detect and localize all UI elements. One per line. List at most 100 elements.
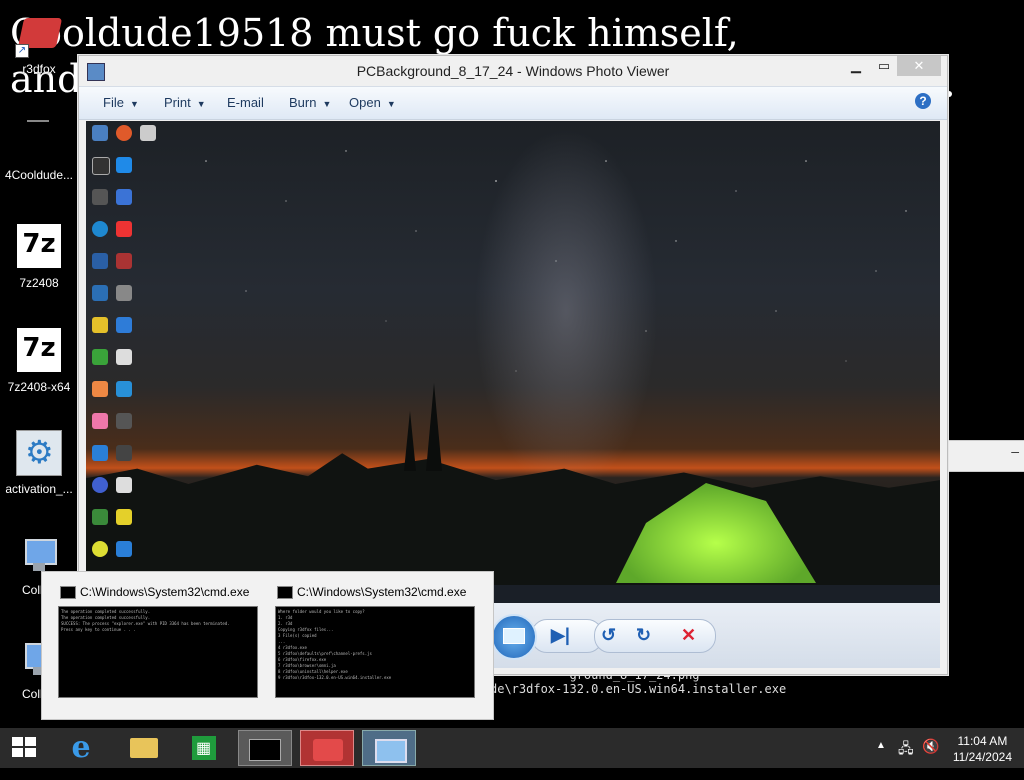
rotate-clockwise-icon[interactable]: ↻ bbox=[636, 625, 651, 646]
photo-desktop-icons bbox=[86, 121, 158, 603]
background-window-edge[interactable]: – bbox=[946, 440, 1024, 472]
windows-logo-pane bbox=[25, 737, 36, 746]
start-button[interactable] bbox=[12, 737, 38, 759]
chevron-down-icon: ▼ bbox=[322, 98, 332, 109]
menu-burn[interactable]: Burn ▼ bbox=[289, 95, 331, 110]
menu-email-label: E-mail bbox=[227, 95, 264, 110]
mini-icon bbox=[116, 509, 132, 525]
menu-email[interactable]: E-mail bbox=[227, 95, 264, 110]
desktop-icon-activation[interactable]: activation_... bbox=[1, 430, 77, 496]
taskbar-cmd[interactable] bbox=[238, 730, 292, 766]
maximize-button[interactable]: ▭ bbox=[869, 56, 899, 76]
slideshow-button[interactable] bbox=[491, 614, 537, 660]
help-icon[interactable]: ? bbox=[915, 93, 931, 109]
delete-icon[interactable]: ✕ bbox=[681, 625, 696, 646]
stars-layer bbox=[205, 150, 907, 372]
mini-icon bbox=[116, 317, 132, 333]
taskbar: e ▲ 🖧 🔇 11:04 AM 11/24/2024 bbox=[0, 728, 1024, 768]
mini-icon bbox=[116, 541, 132, 557]
network-icon[interactable]: 🖧 bbox=[898, 738, 914, 778]
thumbnail-cmd-1[interactable]: C:\Windows\System32\cmd.exe The operatio… bbox=[58, 584, 258, 698]
menu-print[interactable]: Print ▼ bbox=[164, 95, 206, 110]
taskbar-thumbnail-popup: C:\Windows\System32\cmd.exe The operatio… bbox=[41, 571, 494, 720]
thumbnail-title: C:\Windows\System32\cmd.exe bbox=[58, 584, 258, 600]
mini-icon bbox=[92, 221, 108, 237]
menu-burn-label: Burn bbox=[289, 95, 317, 110]
mini-icon bbox=[116, 189, 132, 205]
thumbnail-console: Where folder would you like to copy? 1. … bbox=[275, 606, 475, 698]
desktop-icon-7z2408[interactable]: 7z 7z2408 bbox=[1, 222, 77, 290]
taskbar-r3dfox[interactable] bbox=[300, 730, 354, 766]
rotate-counterclockwise-icon[interactable]: ↺ bbox=[601, 625, 616, 646]
menu-bar: File ▼ Print ▼ E-mail Burn ▼ Open ▼ ? bbox=[79, 86, 947, 120]
image-file-icon bbox=[17, 118, 61, 162]
mini-icon bbox=[92, 509, 108, 525]
desktop-icon-label: 7z2408-x64 bbox=[7, 380, 71, 394]
mini-icon bbox=[116, 445, 132, 461]
mini-icon bbox=[92, 541, 108, 557]
mini-icon bbox=[116, 381, 132, 397]
gear-settings-icon bbox=[16, 430, 62, 476]
title-bar[interactable]: PCBackground_8_17_24 - Windows Photo Vie… bbox=[79, 56, 947, 86]
mini-icon bbox=[92, 253, 108, 269]
desktop-icon-label: activation_... bbox=[5, 482, 73, 496]
close-button[interactable]: ✕ bbox=[897, 56, 941, 76]
next-icon[interactable]: ▶| bbox=[551, 625, 570, 646]
mini-icon bbox=[92, 413, 108, 429]
taskbar-photo-viewer[interactable] bbox=[362, 730, 416, 766]
windows-logo-pane bbox=[25, 748, 36, 757]
mini-icon bbox=[92, 285, 108, 301]
windows-store-icon[interactable] bbox=[176, 730, 230, 766]
mini-icon bbox=[92, 125, 108, 141]
menu-print-label: Print bbox=[164, 95, 191, 110]
desktop-icon-image[interactable]: 4Cooldude... bbox=[1, 118, 77, 182]
mini-icon bbox=[116, 157, 132, 173]
mini-icon bbox=[116, 253, 132, 269]
clock[interactable]: 11:04 AM 11/24/2024 bbox=[953, 733, 1012, 765]
file-explorer-icon[interactable] bbox=[116, 730, 170, 766]
mini-icon bbox=[116, 285, 132, 301]
tray-expand-icon[interactable]: ▲ bbox=[876, 740, 886, 780]
internet-explorer-icon[interactable]: e bbox=[54, 730, 108, 766]
windows-logo-pane bbox=[12, 748, 23, 757]
minimize-button[interactable]: ▁ bbox=[841, 56, 871, 76]
photo-display[interactable] bbox=[86, 121, 940, 603]
chevron-down-icon: ▼ bbox=[196, 98, 206, 109]
thumbnail-title: C:\Windows\System32\cmd.exe bbox=[275, 584, 475, 600]
mini-icon bbox=[116, 221, 132, 237]
mini-icon bbox=[92, 381, 108, 397]
menu-file[interactable]: File ▼ bbox=[103, 95, 139, 110]
volume-muted-icon[interactable]: 🔇 bbox=[922, 738, 939, 778]
menu-open[interactable]: Open ▼ bbox=[349, 95, 396, 110]
desktop-icon-7z2408-x64[interactable]: 7z 7z2408-x64 bbox=[1, 326, 77, 394]
wallpaper-line-1: Cooldude19518 must go fuck himself, bbox=[10, 11, 739, 55]
mini-icon bbox=[92, 189, 108, 205]
menu-open-label: Open bbox=[349, 95, 381, 110]
desktop-icon-label: 4Cooldude... bbox=[4, 168, 74, 182]
desktop-icon-label: r3dfox bbox=[22, 62, 56, 76]
windows-logo-icon bbox=[12, 737, 23, 746]
7zip-icon: 7z bbox=[15, 326, 63, 374]
chevron-down-icon: ▼ bbox=[129, 98, 139, 109]
mini-icon bbox=[92, 317, 108, 333]
mini-icon bbox=[92, 349, 108, 365]
mini-icon bbox=[92, 445, 108, 461]
thumbnail-cmd-2[interactable]: C:\Windows\System32\cmd.exe Where folder… bbox=[275, 584, 475, 698]
console-line-2: de\r3dfox-132.0.en-US.win64.installer.ex… bbox=[490, 682, 787, 696]
mini-icon bbox=[116, 349, 132, 365]
r3dfox-icon: ↗ bbox=[15, 12, 61, 58]
desktop-icon-r3dfox[interactable]: ↗ r3dfox bbox=[1, 12, 77, 76]
minimize-icon[interactable]: – bbox=[1011, 443, 1019, 459]
shortcut-arrow-icon: ↗ bbox=[15, 44, 29, 58]
clock-date: 11/24/2024 bbox=[952, 750, 1012, 764]
mini-icon bbox=[140, 125, 156, 141]
mini-icon bbox=[116, 125, 132, 141]
menu-file-label: File bbox=[103, 95, 124, 110]
window-title: PCBackground_8_17_24 - Windows Photo Vie… bbox=[356, 63, 670, 79]
7zip-icon: 7z bbox=[15, 222, 63, 270]
chevron-down-icon: ▼ bbox=[386, 98, 396, 109]
desktop-icon-label: 7z2408 bbox=[19, 276, 59, 290]
clock-time: 11:04 AM bbox=[957, 734, 1008, 748]
mini-icon bbox=[116, 477, 132, 493]
mini-icon bbox=[116, 413, 132, 429]
